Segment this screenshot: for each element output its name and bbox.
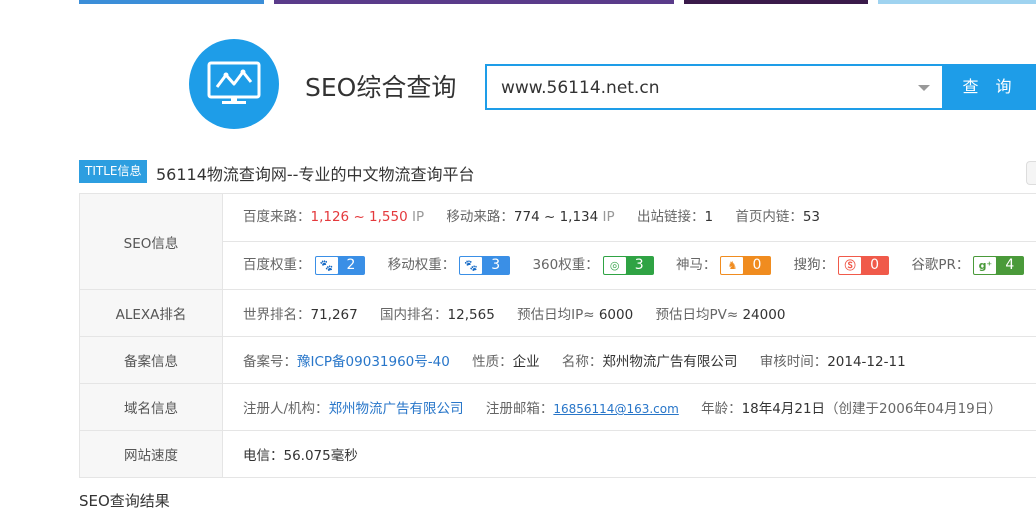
domain-label: 域名信息 xyxy=(80,384,223,431)
inlinks-label: 首页内链： xyxy=(735,209,803,225)
domain-cell: 注册人/机构：郑州物流广告有限公司 注册邮箱：16856114@163.com … xyxy=(223,384,1036,431)
title-info-text: 56114物流查询网--专业的中文物流查询平台 xyxy=(156,161,474,185)
chevron-down-icon[interactable] xyxy=(918,85,930,91)
icp-review-label: 审核时间： xyxy=(760,354,828,370)
icp-nature-value: 企业 xyxy=(513,354,540,370)
360-logo-icon: ◎ xyxy=(604,257,626,274)
seo-info-label: SEO信息 xyxy=(80,194,223,290)
banner-strip-2[interactable] xyxy=(274,0,674,4)
age-label: 年龄： xyxy=(701,401,742,417)
seo-info-table: SEO信息 百度来路：1,126 ~ 1,550 IP 移动来路：774 ~ 1… xyxy=(79,193,1036,478)
banner-strip-3[interactable] xyxy=(684,0,868,4)
baidu-weight-value: 2 xyxy=(339,256,366,275)
w360-value: 3 xyxy=(627,256,654,275)
email-label: 注册邮箱： xyxy=(486,401,554,417)
sogou-badge[interactable]: Ⓢ0 xyxy=(838,256,889,275)
registrant-label: 注册人/机构： xyxy=(243,401,329,417)
age-note: （创建于2006年04月19日） xyxy=(825,401,1002,417)
side-toggle-button[interactable] xyxy=(1026,161,1036,185)
age-value: 18年4月21日 xyxy=(742,401,825,417)
shenma-value: 0 xyxy=(744,256,771,275)
speed-label: 网站速度 xyxy=(80,431,223,478)
domestic-rank-label: 国内排名： xyxy=(380,307,448,323)
banner-strip-4[interactable] xyxy=(878,0,1036,4)
w360-badge[interactable]: ◎3 xyxy=(603,256,654,275)
google-pr-label: 谷歌PR： xyxy=(911,257,969,273)
icp-cell: 备案号：豫ICP备09031960号-40 性质：企业 名称：郑州物流广告有限公… xyxy=(223,337,1036,384)
speed-value: 电信：56.075毫秒 xyxy=(223,431,1036,478)
icp-number-link[interactable]: 豫ICP备09031960号-40 xyxy=(297,354,450,370)
results-heading: SEO查询结果 xyxy=(79,490,170,511)
daily-ip-label: 预估日均IP≈ xyxy=(517,307,594,323)
mobile-traffic-unit: IP xyxy=(603,209,615,225)
search-button[interactable]: 查 询 xyxy=(944,64,1036,110)
alexa-label: ALEXA排名 xyxy=(80,290,223,337)
world-rank-label: 世界排名： xyxy=(243,307,311,323)
icp-number-label: 备案号： xyxy=(243,354,297,370)
baidu-weight-label: 百度权重： xyxy=(243,257,311,273)
google-pr-value: 4 xyxy=(997,256,1024,275)
mobile-traffic-label: 移动来路： xyxy=(446,209,514,225)
mobile-traffic-value[interactable]: 774 ~ 1,134 xyxy=(514,209,598,225)
mobile-weight-value: 3 xyxy=(483,256,510,275)
shenma-horse-icon: ♞ xyxy=(721,257,743,274)
monitor-chart-icon xyxy=(207,61,261,107)
domestic-rank-value[interactable]: 12,565 xyxy=(448,307,495,323)
outlinks-value[interactable]: 1 xyxy=(704,209,713,225)
google-pr-badge[interactable]: g⁺4 xyxy=(973,256,1024,275)
inlinks-value[interactable]: 53 xyxy=(803,209,820,225)
page-title: SEO综合查询 xyxy=(305,68,456,104)
baidu-traffic-label: 百度来路： xyxy=(243,209,311,225)
shenma-label: 神马： xyxy=(676,257,717,273)
daily-pv-label: 预估日均PV≈ xyxy=(655,307,738,323)
sogou-value: 0 xyxy=(862,256,889,275)
icp-review-value: 2014-12-11 xyxy=(827,354,905,370)
daily-ip-value: 6000 xyxy=(599,307,633,323)
baidu-paw-icon: 🐾 xyxy=(316,257,338,274)
w360-label: 360权重： xyxy=(532,257,598,273)
registrant-link[interactable]: 郑州物流广告有限公司 xyxy=(329,401,464,417)
baidu-paw-icon: 🐾 xyxy=(460,257,482,274)
sogou-label: 搜狗： xyxy=(794,257,835,273)
mobile-weight-badge[interactable]: 🐾3 xyxy=(459,256,510,275)
email-link[interactable]: 16856114@163.com xyxy=(553,402,678,416)
outlinks-label: 出站链接： xyxy=(637,209,705,225)
icp-label: 备案信息 xyxy=(80,337,223,384)
seo-info-cell: 百度来路：1,126 ~ 1,550 IP 移动来路：774 ~ 1,134 I… xyxy=(223,194,1036,290)
sogou-s-icon: Ⓢ xyxy=(839,257,861,274)
mobile-weight-label: 移动权重： xyxy=(388,257,456,273)
world-rank-value[interactable]: 71,267 xyxy=(311,307,358,323)
logo xyxy=(189,39,279,129)
baidu-traffic-unit: IP xyxy=(412,209,424,225)
google-plus-icon: g⁺ xyxy=(974,257,996,274)
search-box[interactable] xyxy=(485,64,944,110)
daily-pv-value: 24000 xyxy=(742,307,785,323)
shenma-badge[interactable]: ♞0 xyxy=(720,256,771,275)
banner-strip-1[interactable] xyxy=(79,0,264,4)
icp-name-value: 郑州物流广告有限公司 xyxy=(602,354,737,370)
alexa-cell: 世界排名：71,267 国内排名：12,565 预估日均IP≈ 6000 预估日… xyxy=(223,290,1036,337)
seo-weight-row: 百度权重：🐾2 移动权重：🐾3 360权重：◎3 神马：♞0 搜狗：Ⓢ0 谷歌P… xyxy=(223,241,1036,289)
seo-traffic-row: 百度来路：1,126 ~ 1,550 IP 移动来路：774 ~ 1,134 I… xyxy=(223,194,1036,241)
search-input[interactable] xyxy=(499,74,903,102)
icp-name-label: 名称： xyxy=(562,354,603,370)
baidu-weight-badge[interactable]: 🐾2 xyxy=(315,256,366,275)
title-info-badge: TITLE信息 xyxy=(79,160,147,183)
icp-nature-label: 性质： xyxy=(472,354,513,370)
baidu-traffic-value[interactable]: 1,126 ~ 1,550 xyxy=(311,209,408,225)
